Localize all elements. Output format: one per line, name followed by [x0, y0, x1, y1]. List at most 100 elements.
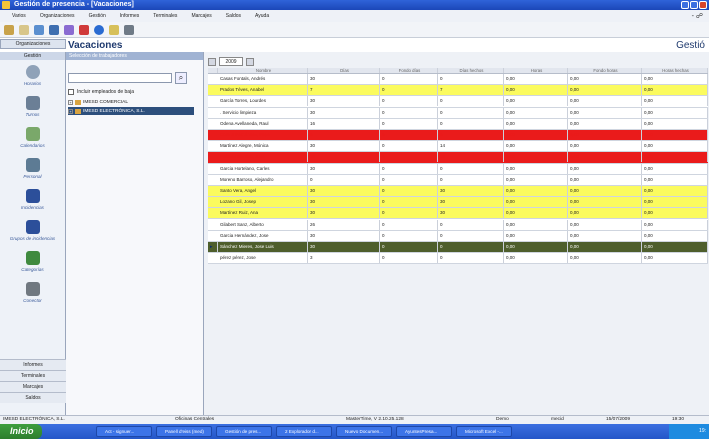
taskbar-item[interactable]: Nuevo Documen... — [336, 426, 392, 437]
table-row[interactable]: Corella Fernández, Pepe 0 0 0 0,00 0,00 0,00 — [208, 129, 708, 142]
mdi-controls[interactable]: - ☍ — [692, 12, 703, 20]
table-row[interactable]: Santo Vera, Angel 30 0 30 0,00 0,00 0,00 — [208, 185, 708, 198]
table-row[interactable]: Garcia Hortelano, Carles 30 0 0 0,00 0,00 0,00 — [208, 163, 708, 175]
col-nombre[interactable]: Nombre — [218, 68, 308, 73]
tree-node-selected[interactable]: + IMESD ELECTRÓNICA, S.L. — [68, 107, 194, 115]
next-year-button[interactable] — [246, 57, 254, 66]
menu-marcajes[interactable]: Marcajes — [191, 13, 211, 19]
toolbar — [0, 22, 709, 38]
sidebar-item-calendarios[interactable]: Calendarios — [0, 122, 65, 153]
taskbar-item[interactable]: AyuntesPresa... — [396, 426, 452, 437]
menu-informes[interactable]: Informes — [120, 13, 139, 19]
table-cell: 0,00 — [504, 141, 568, 152]
sidebar-item-horarios[interactable]: Horarios — [0, 60, 65, 91]
menu-gestion[interactable]: Gestión — [89, 13, 106, 19]
save-icon[interactable] — [49, 24, 59, 35]
year-field[interactable]: 2009 — [219, 57, 243, 66]
start-button[interactable]: Inicio — [0, 424, 42, 439]
col-fondo-horas[interactable]: Fondo horas — [568, 68, 642, 73]
minimize-button[interactable] — [681, 1, 689, 9]
sidebar-item-conector[interactable]: Conector — [0, 277, 65, 308]
erase-icon[interactable] — [79, 24, 89, 35]
window-title: Gestión de presencia - [Vacaciones] — [14, 1, 134, 8]
color-icon[interactable] — [94, 24, 104, 35]
table-cell: Prados Téves, Anabel — [218, 85, 308, 96]
forward-icon[interactable] — [19, 24, 29, 35]
table-row[interactable]: Moreno Barroso, Alejandro 0 0 0 0,00 0,00 0,00 — [208, 174, 708, 186]
table-row[interactable]: García Torres, Lourdes 30 0 0 0,00 0,00 0,00 — [208, 96, 708, 108]
maximize-button[interactable] — [690, 1, 698, 9]
include-inactive-checkbox[interactable] — [68, 89, 74, 95]
expand-icon[interactable]: + — [68, 99, 73, 105]
col-horas-hechas[interactable]: Horas hechas — [642, 68, 708, 73]
sidebar-item-label: Turnos — [25, 112, 40, 117]
nav-informes[interactable]: Informes — [0, 359, 66, 370]
menu-varios[interactable]: Varios — [12, 13, 26, 19]
table-cell: 0,00 — [642, 74, 708, 85]
sidebar-item-turnos[interactable]: Turnos — [0, 91, 65, 122]
taskbar-item[interactable]: 2 Explorador d... — [276, 426, 332, 437]
nav-saldos[interactable]: Saldos — [0, 392, 66, 403]
table-cell: 0,00 — [504, 85, 568, 96]
table-cell: 14 — [438, 141, 504, 152]
tag-icon[interactable] — [64, 24, 74, 35]
taskbar-item[interactable]: Gestión de pres... — [216, 426, 272, 437]
menu-bar: Varios Organizaciones Gestión Informes T… — [0, 10, 709, 22]
sidebar-item-grupos[interactable]: Grupos de incidencias — [0, 215, 65, 246]
binoculars-icon[interactable]: ⌕ — [175, 72, 187, 84]
table-cell: 0,00 — [504, 174, 568, 185]
table-cell: 30 — [308, 230, 380, 241]
taskbar-item[interactable]: Act - signuer... — [96, 426, 152, 437]
col-dias[interactable]: Días — [308, 68, 380, 73]
table-cell: 0,00 — [568, 163, 642, 174]
col-fondo-dias[interactable]: Fondo días — [380, 68, 438, 73]
expand-icon[interactable]: + — [68, 108, 73, 114]
status-bar: IMESD ELECTRÓNICA, S.L. Oficinas Central… — [0, 415, 709, 424]
table-row[interactable]: . Servicio limpieza 30 0 0 0,00 0,00 0,00 — [208, 107, 708, 119]
table-cell: 0,00 — [642, 230, 708, 241]
menu-saldos[interactable]: Saldos — [226, 13, 241, 19]
table-row[interactable]: Pallares Herrero, Jose 30 0 30 0,00 0,00 0,00 — [208, 152, 708, 164]
taskbar-item[interactable]: Panell d'eiss (med) — [156, 426, 212, 437]
table-cell: 30 — [438, 208, 504, 219]
table-row[interactable]: Martínez Ruiz, Ana 30 0 30 0,00 0,00 0,00 — [208, 208, 708, 220]
col-dias-hechos[interactable]: Días hechos — [438, 68, 504, 73]
table-row[interactable]: Garcia Hernández, Jose 30 0 0 0,00 0,00 0,00 — [208, 230, 708, 242]
sidebar-item-personal[interactable]: Personal — [0, 153, 65, 184]
table-row[interactable]: Martínez Alegre, Mónica 30 0 14 0,00 0,00 0,00 — [208, 141, 708, 153]
table-row[interactable]: Casas Fontals, Andrés 30 0 0 0,00 0,00 0,00 — [208, 74, 708, 86]
menu-ayuda[interactable]: Ayuda — [255, 13, 269, 19]
back-icon[interactable] — [4, 24, 14, 35]
close-button[interactable] — [699, 1, 707, 9]
sidebar-item-label: Horarios — [23, 81, 42, 86]
status-mode: mecid — [551, 417, 564, 422]
prev-year-button[interactable] — [208, 57, 216, 66]
print-icon[interactable] — [124, 24, 134, 35]
table-cell: 0 — [380, 219, 438, 230]
table-row[interactable]: pérez pérez, Jose 3 0 0 0,00 0,00 0,00 — [208, 253, 708, 265]
table-cell: 30 — [308, 185, 380, 196]
tree-node[interactable]: + IMESD COMERCIAL — [68, 98, 194, 106]
menu-terminales[interactable]: Terminales — [153, 13, 177, 19]
table-cell: 0,00 — [642, 118, 708, 129]
table-cell: 0 — [380, 174, 438, 185]
sidebar-item-incidencias[interactable]: Incidencias — [0, 184, 65, 215]
door-icon[interactable] — [109, 24, 119, 35]
table-row[interactable]: Lozano Gil, Josep 30 0 30 0,00 0,00 0,00 — [208, 197, 708, 209]
search-input[interactable] — [68, 73, 172, 83]
table-row[interactable]: Gilabert Sanz, Alberto 26 0 0 0,00 0,00 0,00 — [208, 219, 708, 231]
folder-icon[interactable] — [34, 24, 44, 35]
table-cell: 30 — [438, 185, 504, 196]
col-horas[interactable]: Horas — [504, 68, 568, 73]
table-row[interactable]: Prados Téves, Anabel 7 0 7 0,00 0,00 0,00 — [208, 85, 708, 97]
nav-marcajes[interactable]: Marcajes — [0, 381, 66, 392]
sidebar-item-categorias[interactable]: Categorías — [0, 246, 65, 277]
menu-organizaciones[interactable]: Organizaciones — [40, 13, 75, 19]
taskbar-item[interactable]: Microsoft Excel -... — [456, 426, 512, 437]
include-inactive-row[interactable]: Incluir empleados de baja — [68, 89, 134, 95]
tab-organizaciones[interactable]: Organizaciones — [0, 39, 66, 49]
table-row[interactable]: Odena Avellaneda, Raul 16 0 0 0,00 0,00 0,00 — [208, 118, 708, 130]
table-row[interactable]: ▸ Sánchez Mieres, Jose Luis 30 0 0 0,00 0,00 0,… — [208, 241, 708, 253]
nav-terminales[interactable]: Terminales — [0, 370, 66, 381]
table-cell: 0,00 — [568, 174, 642, 185]
